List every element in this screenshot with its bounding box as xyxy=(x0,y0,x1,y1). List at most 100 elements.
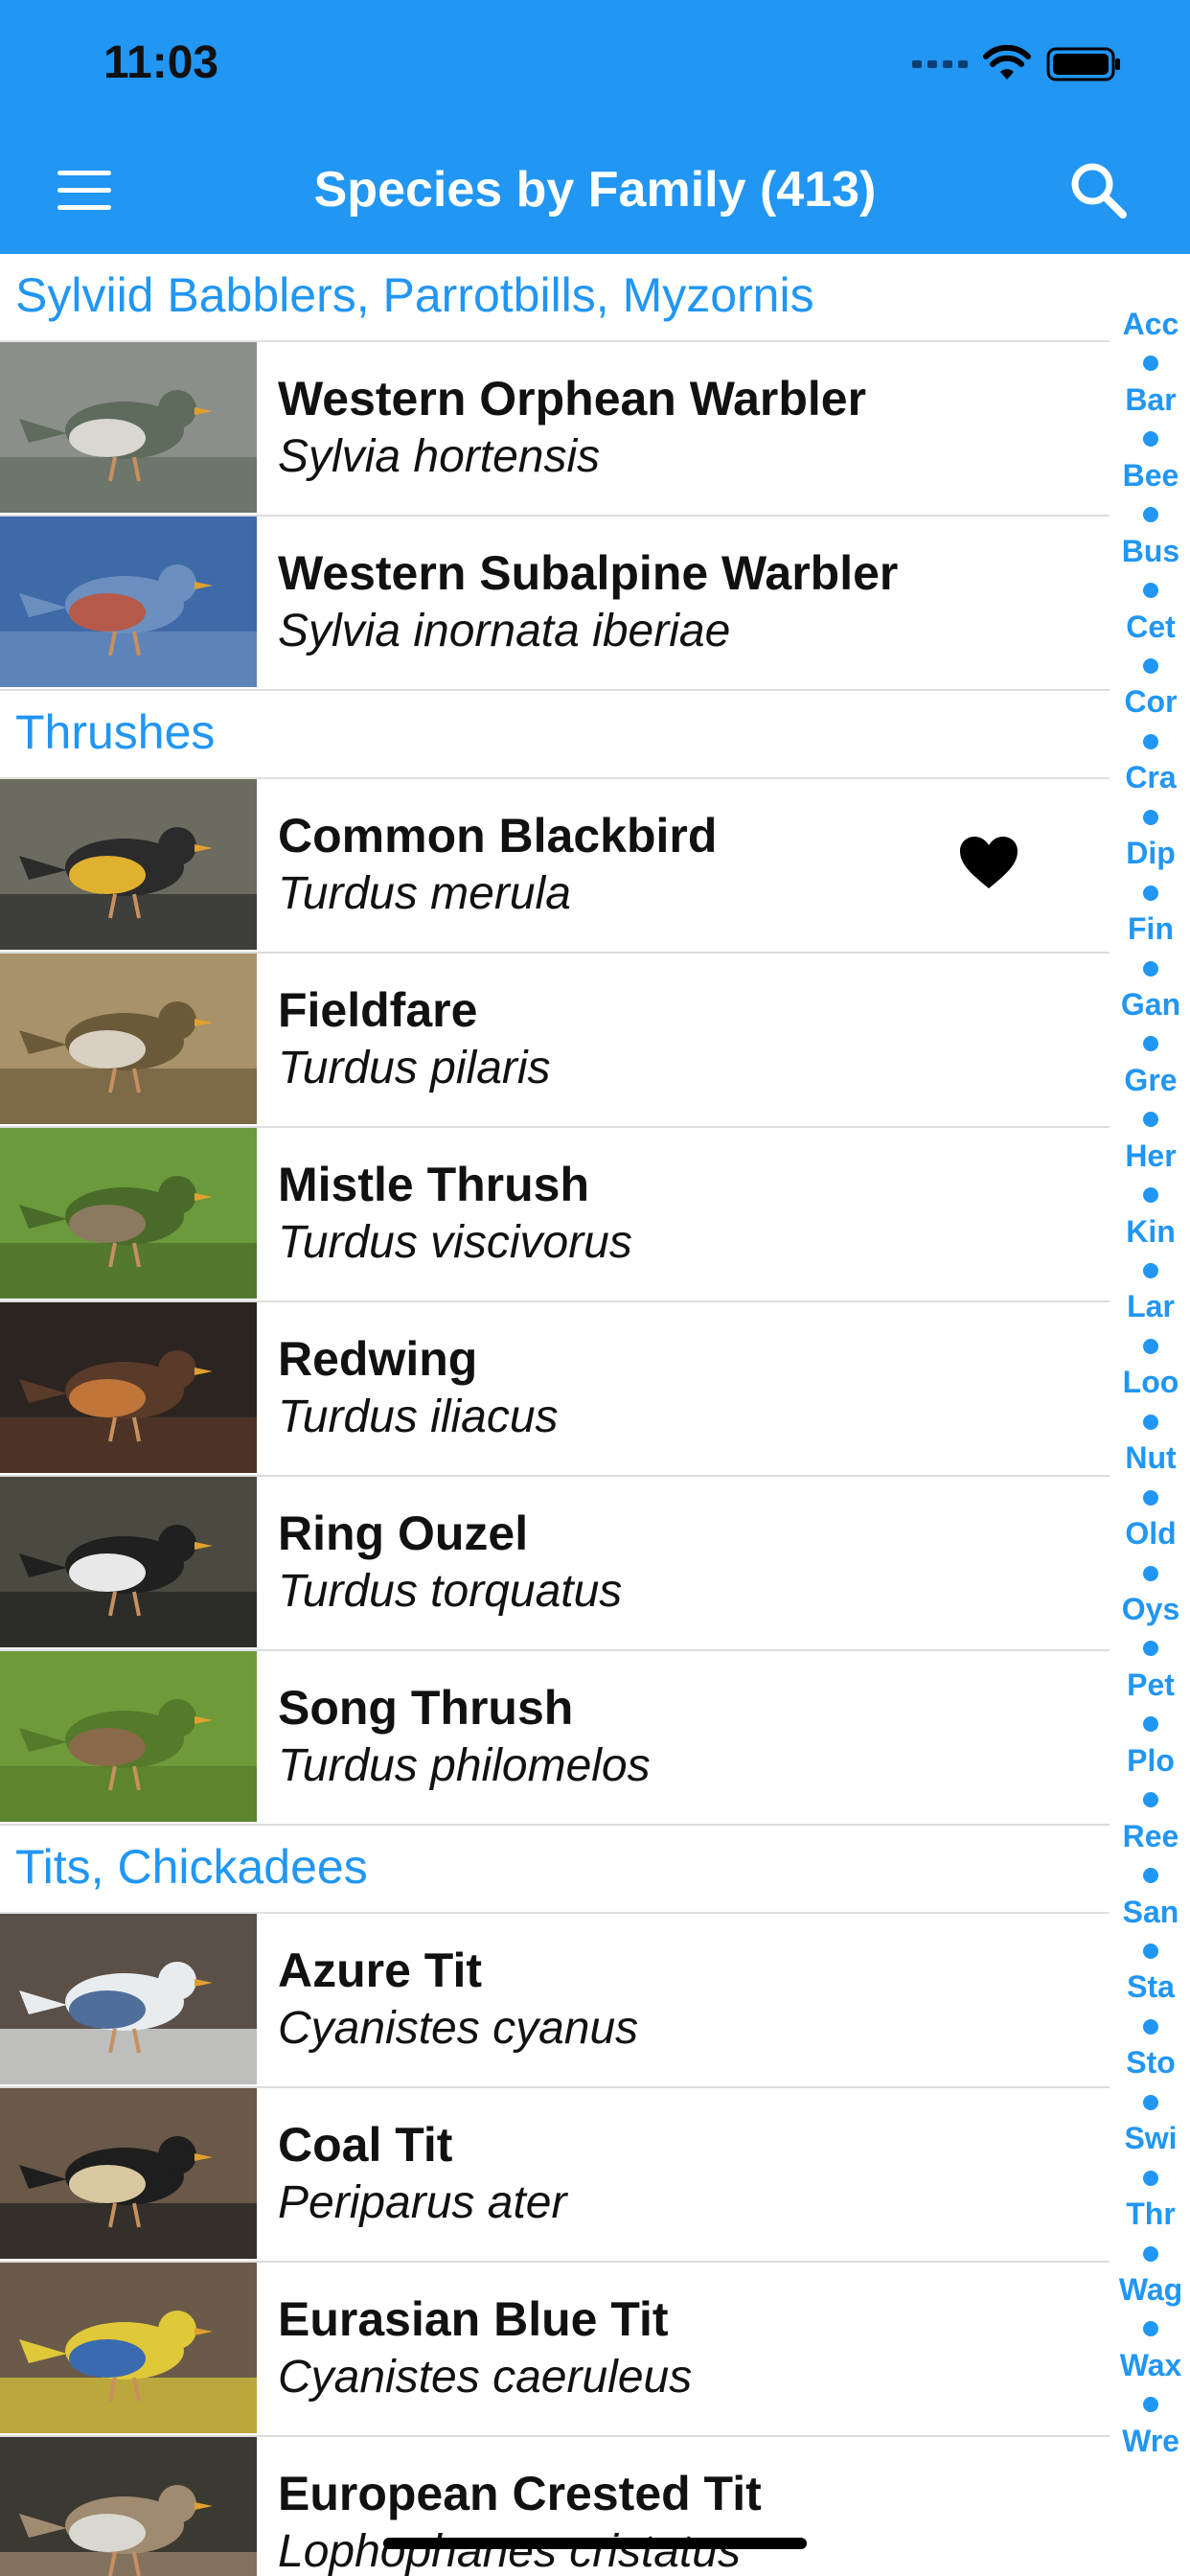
index-dot xyxy=(1143,885,1158,901)
index-label[interactable]: Gre xyxy=(1111,1063,1190,1098)
index-dot xyxy=(1143,2245,1158,2262)
index-label[interactable]: Cor xyxy=(1111,684,1190,720)
status-icons xyxy=(912,40,1123,88)
index-label[interactable]: Pet xyxy=(1111,1668,1190,1703)
index-dot xyxy=(1143,1943,1158,1959)
species-latin-name: Turdus viscivorus xyxy=(278,1217,632,1268)
index-label[interactable]: Bar xyxy=(1111,382,1190,418)
index-label[interactable]: Loo xyxy=(1111,1365,1190,1400)
species-photo xyxy=(0,954,257,1124)
index-label[interactable]: Acc xyxy=(1111,307,1190,342)
index-label[interactable]: Dip xyxy=(1111,836,1190,871)
index-label[interactable]: Cra xyxy=(1111,760,1190,795)
index-dot xyxy=(1143,809,1158,825)
species-latin-name: Turdus merula xyxy=(278,868,571,919)
index-label[interactable]: Bee xyxy=(1111,458,1190,494)
index-dot xyxy=(1143,1263,1158,1279)
index-label[interactable]: Wax xyxy=(1111,2348,1190,2383)
index-dot xyxy=(1143,1565,1158,1581)
index-label[interactable]: Thr xyxy=(1111,2196,1190,2232)
section-title: Sylviid Babblers, Parrotbills, Myzornis xyxy=(15,268,814,322)
index-label[interactable]: Sto xyxy=(1111,2045,1190,2081)
index-label[interactable]: Her xyxy=(1111,1138,1190,1174)
species-common-name: Song Thrush xyxy=(278,1681,574,1735)
index-dot xyxy=(1143,1489,1158,1506)
species-row[interactable]: European Crested Tit Lophophanes cristatu… xyxy=(0,2437,1110,2576)
species-photo xyxy=(0,1302,257,1473)
battery-icon xyxy=(1046,47,1120,81)
species-row[interactable]: Coal Tit Periparus ater xyxy=(0,2088,1110,2263)
index-label[interactable]: Wre xyxy=(1111,2424,1190,2459)
index-dot xyxy=(1143,1112,1158,1128)
species-latin-name: Sylvia inornata iberiae xyxy=(278,606,731,656)
index-label[interactable]: Sta xyxy=(1111,1969,1190,2005)
index-label[interactable]: Gan xyxy=(1111,987,1190,1023)
species-row[interactable]: Eurasian Blue Tit Cyanistes caeruleus xyxy=(0,2263,1110,2437)
index-dot xyxy=(1143,1716,1158,1733)
species-photo xyxy=(0,779,257,950)
index-dot xyxy=(1143,431,1158,448)
species-row[interactable]: Western Subalpine Warbler Sylvia inornata… xyxy=(0,517,1110,691)
section-title: Tits, Chickadees xyxy=(15,1840,368,1894)
species-common-name: Western Subalpine Warbler xyxy=(278,546,899,600)
species-row[interactable]: Azure Tit Cyanistes cyanus xyxy=(0,1914,1110,2088)
species-common-name: European Crested Tit xyxy=(278,2467,762,2520)
index-label[interactable]: Old xyxy=(1111,1516,1190,1552)
section-header: Sylviid Babblers, Parrotbills, Myzornis xyxy=(0,254,1110,342)
index-dot xyxy=(1143,1868,1158,1884)
index-label[interactable]: Fin xyxy=(1111,911,1190,947)
species-row[interactable]: Common Blackbird Turdus merula xyxy=(0,779,1110,954)
index-dot xyxy=(1143,356,1158,372)
index-label[interactable]: Plo xyxy=(1111,1743,1190,1779)
index-dot xyxy=(1143,1338,1158,1354)
index-label[interactable]: Swi xyxy=(1111,2121,1190,2156)
species-row[interactable]: Mistle Thrush Turdus viscivorus xyxy=(0,1128,1110,1302)
index-label[interactable]: Kin xyxy=(1111,1214,1190,1250)
species-common-name: Azure Tit xyxy=(278,1944,482,1997)
home-indicator xyxy=(383,2538,807,2549)
index-dot xyxy=(1143,1792,1158,1808)
species-photo xyxy=(0,517,257,687)
index-label[interactable]: San xyxy=(1111,1895,1190,1930)
species-latin-name: Turdus pilaris xyxy=(278,1043,551,1093)
species-photo xyxy=(0,2088,257,2259)
index-dot xyxy=(1143,657,1158,674)
species-latin-name: Periparus ater xyxy=(278,2177,567,2228)
species-common-name: Eurasian Blue Tit xyxy=(278,2292,669,2346)
species-latin-name: Cyanistes caeruleus xyxy=(278,2352,693,2403)
species-common-name: Western Orphean Warbler xyxy=(278,372,867,426)
wifi-icon xyxy=(983,45,1031,80)
species-row[interactable]: Western Orphean Warbler Sylvia hortensis xyxy=(0,342,1110,517)
index-dot xyxy=(1143,2321,1158,2337)
species-latin-name: Lophophanes cristatus xyxy=(278,2526,741,2576)
status-time: 11:03 xyxy=(103,37,219,88)
index-dot xyxy=(1143,2018,1158,2035)
species-row[interactable]: Redwing Turdus iliacus xyxy=(0,1302,1110,1477)
species-row[interactable]: Song Thrush Turdus philomelos xyxy=(0,1651,1110,1826)
search-button[interactable] xyxy=(1065,157,1133,224)
species-latin-name: Sylvia hortensis xyxy=(278,431,601,482)
index-label[interactable]: Cet xyxy=(1111,610,1190,645)
section-title: Thrushes xyxy=(15,705,216,759)
index-dot xyxy=(1143,1641,1158,1657)
species-list[interactable]: Sylviid Babblers, Parrotbills, Myzornis … xyxy=(0,254,1110,2576)
search-icon xyxy=(1071,163,1127,218)
species-latin-name: Cyanistes cyanus xyxy=(278,2003,639,2054)
index-dot xyxy=(1143,1187,1158,1204)
alphabet-index[interactable]: Acc Bar Bee Bus Cet Cor Cra Dip Fin Gan Gre Her Kin L… xyxy=(1111,307,1190,2492)
species-row[interactable]: Ring Ouzel Turdus torquatus xyxy=(0,1477,1110,1651)
species-latin-name: Turdus iliacus xyxy=(278,1392,559,1442)
species-photo xyxy=(0,1128,257,1299)
index-label[interactable]: Lar xyxy=(1111,1289,1190,1324)
species-photo xyxy=(0,1477,257,1647)
index-label[interactable]: Nut xyxy=(1111,1440,1190,1476)
section-header: Thrushes xyxy=(0,691,1110,779)
index-dot xyxy=(1143,1414,1158,1430)
favorite-heart-icon[interactable] xyxy=(958,835,1019,892)
index-label[interactable]: Oys xyxy=(1111,1592,1190,1627)
species-row[interactable]: Fieldfare Turdus pilaris xyxy=(0,954,1110,1128)
species-common-name: Fieldfare xyxy=(278,983,478,1037)
index-label[interactable]: Bus xyxy=(1111,534,1190,569)
index-label[interactable]: Wag xyxy=(1111,2272,1190,2308)
index-label[interactable]: Ree xyxy=(1111,1819,1190,1854)
